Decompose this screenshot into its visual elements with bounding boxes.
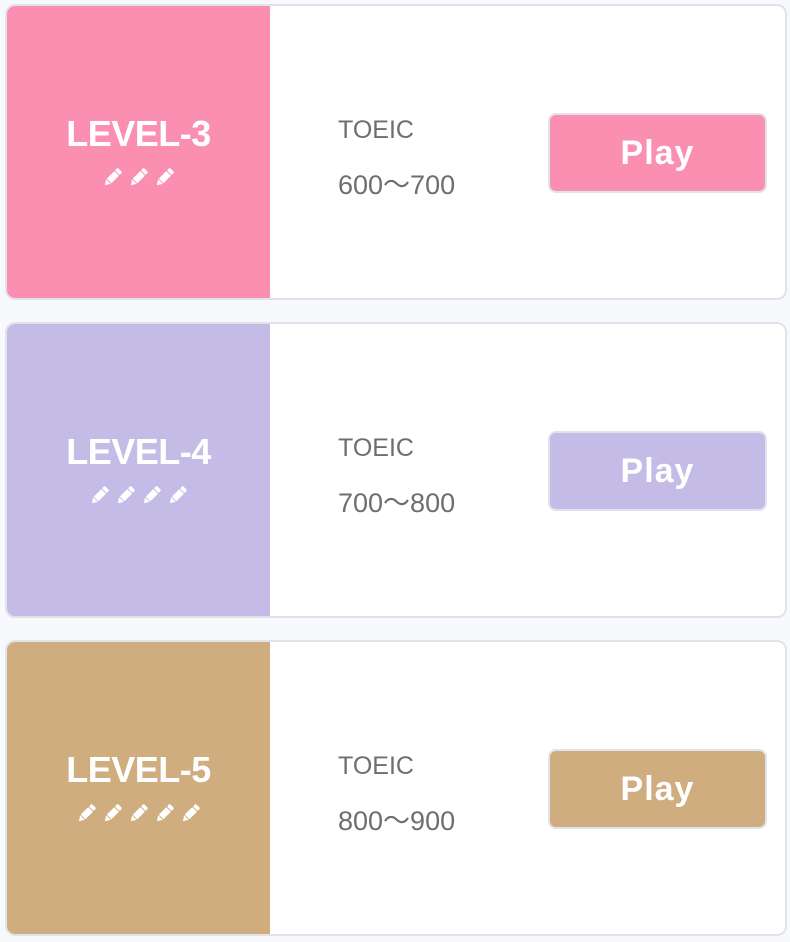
pencil-icon xyxy=(130,803,148,821)
pencil-icon xyxy=(156,803,174,821)
level-badge: LEVEL-4 xyxy=(7,324,270,616)
play-button[interactable]: Play xyxy=(548,749,767,829)
play-button[interactable]: Play xyxy=(548,113,767,193)
play-button[interactable]: Play xyxy=(548,431,767,511)
level-badge: LEVEL-5 xyxy=(7,642,270,934)
pencil-icon xyxy=(156,167,174,185)
score-range: 600〜700 xyxy=(338,170,456,200)
level-card-4: LEVEL-4 TOEIC 700〜800 Play xyxy=(5,322,787,618)
pencil-icon xyxy=(91,485,109,503)
pencil-icon xyxy=(169,485,187,503)
level-badge: LEVEL-3 xyxy=(7,6,270,298)
pencil-icon xyxy=(104,167,122,185)
score-range: 700〜800 xyxy=(338,488,456,518)
exam-name: TOEIC xyxy=(338,752,414,780)
pencil-icon xyxy=(104,803,122,821)
pencil-icon xyxy=(143,485,161,503)
difficulty-pencils xyxy=(75,802,202,825)
card-info: TOEIC 700〜800 Play xyxy=(270,324,785,616)
card-info: TOEIC 600〜700 Play xyxy=(270,6,785,298)
level-card-3: LEVEL-3 TOEIC 600〜700 Play xyxy=(5,4,787,300)
level-title: LEVEL-5 xyxy=(66,748,211,790)
level-card-5: LEVEL-5 TOEIC 800〜900 Play xyxy=(5,640,787,936)
pencil-icon xyxy=(78,803,96,821)
card-info: TOEIC 800〜900 Play xyxy=(270,642,785,934)
difficulty-pencils xyxy=(88,484,189,507)
score-range: 800〜900 xyxy=(338,806,456,836)
pencil-icon xyxy=(117,485,135,503)
level-title: LEVEL-4 xyxy=(66,430,211,472)
difficulty-pencils xyxy=(101,166,176,189)
pencil-icon xyxy=(130,167,148,185)
pencil-icon xyxy=(182,803,200,821)
exam-name: TOEIC xyxy=(338,116,414,144)
level-title: LEVEL-3 xyxy=(66,112,211,154)
level-list: LEVEL-3 TOEIC 600〜700 Play LEVEL-4 TOEIC… xyxy=(0,0,790,942)
exam-name: TOEIC xyxy=(338,434,414,462)
